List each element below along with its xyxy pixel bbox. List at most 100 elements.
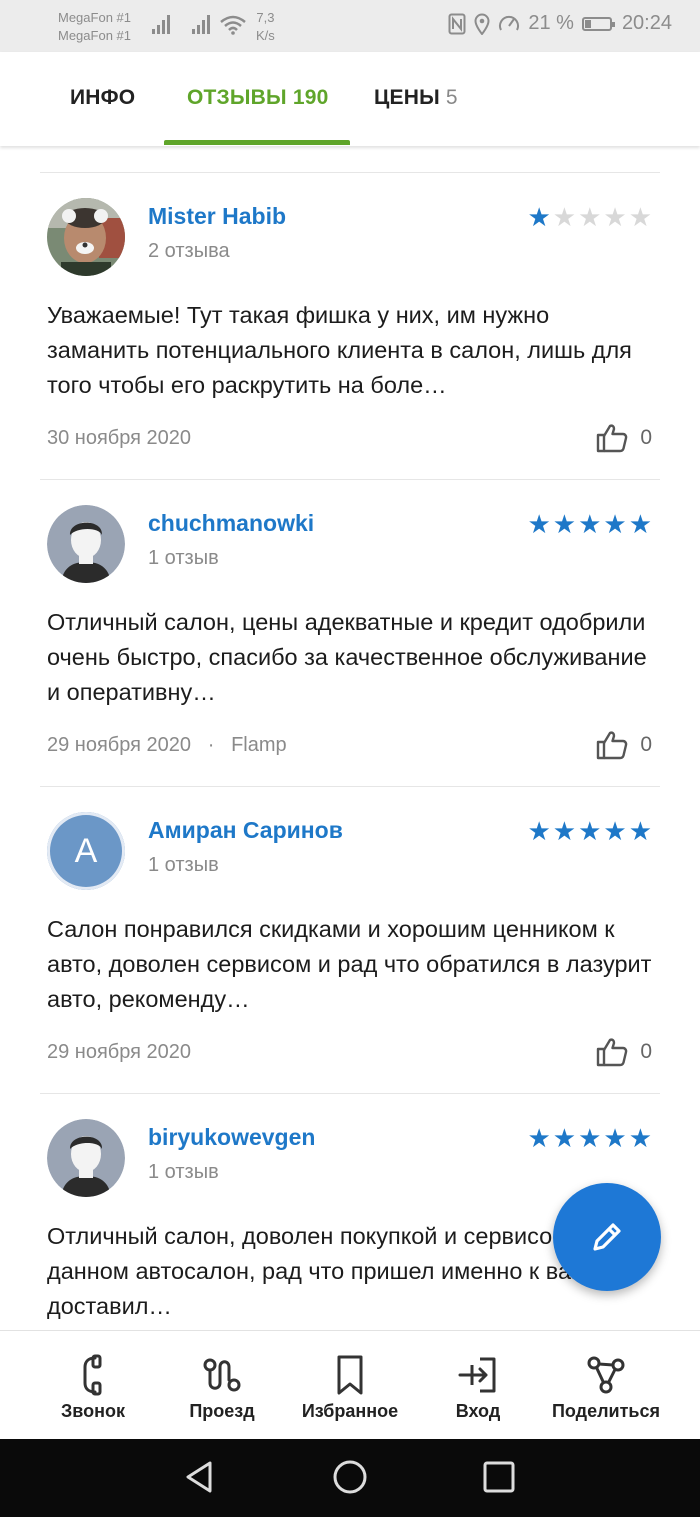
star-icon: ★: [628, 202, 652, 232]
call-label: Звонок: [61, 1401, 125, 1421]
thumbs-up-icon: [597, 424, 628, 453]
tab-prices-label: ЦЕНЫ: [374, 86, 440, 109]
share-button[interactable]: Поделиться: [536, 1331, 676, 1439]
review-count: 1 отзыв: [148, 547, 219, 569]
signal-icon: [152, 14, 174, 34]
star-icon: ★: [603, 816, 627, 846]
entrance-label: Вход: [455, 1401, 501, 1421]
review-card[interactable]: chuchmanowki 1 отзыв ★ ★ ★ ★ ★ Отличный …: [0, 480, 700, 787]
favorite-label: Избранное: [301, 1401, 399, 1421]
location-icon: [474, 13, 490, 35]
user-avatar[interactable]: [47, 505, 125, 583]
entrance-button[interactable]: Вход: [408, 1331, 548, 1439]
tab-prices[interactable]: ЦЕНЫ 5: [374, 86, 458, 110]
star-icon: ★: [603, 509, 627, 539]
tab-reviews[interactable]: ОТЗЫВЫ 190: [187, 86, 329, 110]
route-button[interactable]: Проезд: [152, 1331, 292, 1439]
bookmark-icon: [337, 1355, 363, 1395]
phone-icon: [83, 1354, 102, 1396]
tab-reviews-label: ОТЗЫВЫ: [187, 86, 287, 109]
recents-icon[interactable]: [481, 1459, 517, 1495]
pencil-icon: [593, 1223, 621, 1251]
default-avatar-icon: [47, 505, 125, 583]
review-date: 29 ноября 2020: [47, 1041, 192, 1063]
user-avatar[interactable]: [47, 1119, 125, 1197]
star-icon: ★: [628, 816, 652, 846]
user-avatar[interactable]: А: [47, 812, 125, 890]
star-icon: ★: [603, 202, 627, 232]
speed-unit: K/s: [256, 28, 275, 43]
reviews-list[interactable]: Mister Habib 2 отзыва ★ ★ ★ ★ ★ Уважаемы…: [0, 146, 700, 1330]
like-button[interactable]: 0: [596, 423, 652, 453]
tab-prices-count: 5: [445, 86, 458, 109]
tab-bar: ИНФО ОТЗЫВЫ 190 ЦЕНЫ 5: [0, 52, 700, 146]
status-bar: MegaFon #1 MegaFon #1 7,3 K/s 21 % 20:24: [0, 0, 700, 52]
star-icon: ★: [552, 1123, 577, 1153]
thumbs-up-icon: [597, 731, 628, 760]
battery-icon: [581, 16, 615, 31]
star-icon: ★: [552, 816, 577, 846]
review-text[interactable]: Салон понравился скидками и хорошим ценн…: [47, 912, 657, 1017]
star-icon: ★: [628, 1123, 652, 1153]
network-speed: 7,3 K/s: [256, 9, 275, 45]
share-icon: [587, 1356, 625, 1394]
review-meta: 29 ноября 2020 · Flamp: [47, 734, 287, 757]
star-icon: ★: [578, 1123, 602, 1153]
carrier-info: MegaFon #1 MegaFon #1: [58, 9, 131, 45]
bottom-action-bar: Звонок Проезд Избранное Вход Поделиться: [0, 1330, 700, 1439]
tab-info-label: ИНФО: [70, 86, 136, 109]
carrier-2: MegaFon #1: [58, 28, 131, 43]
review-source: Flamp: [231, 734, 287, 756]
meta-separator: ·: [196, 734, 226, 756]
star-icon: ★: [527, 202, 551, 232]
review-text[interactable]: Отличный салон, цены адекватные и кредит…: [47, 605, 657, 710]
wifi-icon: [220, 15, 246, 35]
user-avatar[interactable]: [47, 198, 125, 276]
nfc-icon: [448, 13, 466, 34]
active-tab-indicator: [164, 140, 350, 145]
default-avatar-icon: [47, 1119, 125, 1197]
review-date: 30 ноября 2020: [47, 427, 192, 449]
like-count: 0: [640, 426, 652, 449]
review-author[interactable]: Амиран Саринов: [148, 817, 343, 844]
star-icon: ★: [578, 816, 602, 846]
review-card[interactable]: А Амиран Саринов 1 отзыв ★ ★ ★ ★ ★ Салон…: [0, 787, 700, 1094]
star-icon: ★: [578, 509, 602, 539]
review-author[interactable]: biryukowevgen: [148, 1124, 315, 1151]
star-icon: ★: [527, 509, 551, 539]
star-icon: ★: [527, 1123, 551, 1153]
star-icon: ★: [527, 816, 551, 846]
star-icon: ★: [552, 202, 577, 232]
favorite-button[interactable]: Избранное: [280, 1331, 420, 1439]
speed-meter-icon: [499, 15, 520, 30]
rating-stars: ★ ★ ★ ★ ★: [527, 1125, 652, 1151]
rating-stars: ★ ★ ★ ★ ★: [527, 511, 652, 537]
route-label: Проезд: [189, 1401, 255, 1421]
status-right: 21 % 20:24: [448, 12, 672, 35]
like-button[interactable]: 0: [596, 1037, 652, 1067]
carrier-1: MegaFon #1: [58, 10, 131, 25]
like-count: 0: [640, 733, 652, 756]
tab-reviews-count: 190: [292, 86, 329, 109]
home-icon[interactable]: [332, 1459, 368, 1495]
avatar-photo: [47, 198, 125, 276]
review-count: 1 отзыв: [148, 1161, 219, 1183]
thumbs-up-icon: [597, 1038, 628, 1067]
review-date: 29 ноября 2020: [47, 734, 192, 756]
write-review-button[interactable]: [553, 1183, 661, 1291]
like-button[interactable]: 0: [596, 730, 652, 760]
like-count: 0: [640, 1040, 652, 1063]
avatar-letter: А: [74, 831, 98, 870]
review-author[interactable]: Mister Habib: [148, 203, 286, 230]
review-card[interactable]: Mister Habib 2 отзыва ★ ★ ★ ★ ★ Уважаемы…: [0, 173, 700, 480]
rating-stars: ★ ★ ★ ★ ★: [527, 204, 652, 230]
battery-percent: 21 %: [528, 12, 574, 34]
review-text[interactable]: Уважаемые! Тут такая фишка у них, им нуж…: [47, 298, 657, 403]
star-icon: ★: [603, 1123, 627, 1153]
signal-icon: [192, 14, 214, 34]
back-icon[interactable]: [182, 1459, 218, 1495]
review-author[interactable]: chuchmanowki: [148, 510, 314, 537]
tab-info[interactable]: ИНФО: [70, 86, 135, 110]
review-count: 1 отзыв: [148, 854, 219, 876]
call-button[interactable]: Звонок: [23, 1331, 163, 1439]
